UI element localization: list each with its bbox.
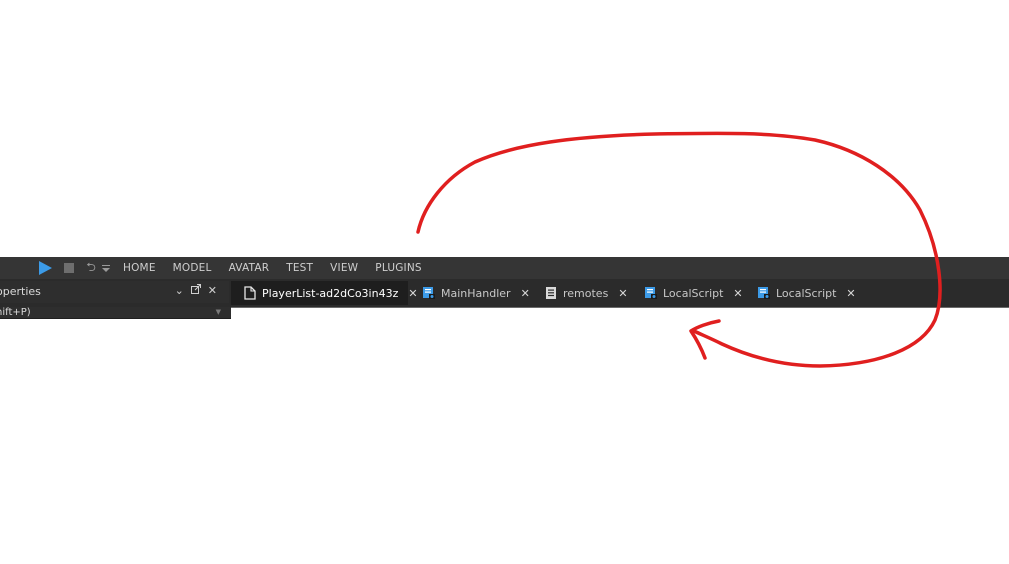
close-icon[interactable]: ✕ [208, 284, 217, 297]
script-icon [422, 286, 436, 300]
menu-avatar[interactable]: AVATAR [229, 262, 270, 274]
menu-view[interactable]: VIEW [330, 262, 358, 274]
close-icon[interactable]: ✕ [733, 287, 742, 300]
undo-icon[interactable]: ⮌ [85, 257, 97, 279]
module-script-icon [544, 286, 558, 300]
undock-icon[interactable] [190, 284, 201, 297]
properties-filter-text: nift+P) [0, 307, 31, 318]
menu-test[interactable]: TEST [286, 262, 313, 274]
chevron-down-icon[interactable] [101, 257, 111, 279]
close-icon[interactable]: ✕ [846, 287, 855, 300]
studio-toolbar-strip: ⮌ HOME MODEL AVATAR TEST VIEW PLUGINS op… [0, 257, 1009, 319]
menu-home[interactable]: HOME [123, 262, 156, 274]
close-icon[interactable]: ✕ [618, 287, 627, 300]
properties-panel-header: operties ⌄ ✕ [0, 281, 229, 303]
ribbon-menu-bar: ⮌ HOME MODEL AVATAR TEST VIEW PLUGINS [0, 257, 1009, 279]
screenshot-canvas: ⮌ HOME MODEL AVATAR TEST VIEW PLUGINS op… [0, 0, 1009, 564]
tab-localscript-2[interactable]: LocalScript ✕ [745, 281, 857, 305]
tab-playerlist[interactable]: PlayerList-ad2dCo3in43z ✕ [231, 281, 418, 305]
close-icon[interactable]: ✕ [521, 287, 530, 300]
tab-label: LocalScript [776, 286, 837, 300]
stop-icon[interactable] [63, 257, 75, 279]
tab-mainhandler[interactable]: MainHandler ✕ [410, 281, 530, 305]
chevron-down-icon[interactable]: ▼ [216, 309, 221, 316]
tab-remotes[interactable]: remotes ✕ [532, 281, 630, 305]
tab-localscript-1[interactable]: LocalScript ✕ [632, 281, 743, 305]
chevron-down-icon[interactable]: ⌄ [175, 284, 184, 297]
tab-label: MainHandler [441, 286, 511, 300]
tab-label: remotes [563, 286, 609, 300]
properties-panel-controls: ⌄ ✕ [175, 284, 217, 297]
script-icon [644, 286, 658, 300]
editor-top-border [231, 307, 1009, 308]
document-icon [243, 286, 257, 300]
properties-panel-title: operties [0, 285, 41, 298]
tab-label: LocalScript [663, 286, 724, 300]
properties-filter-field[interactable]: nift+P) ▼ [0, 307, 231, 319]
play-icon[interactable] [37, 257, 53, 279]
script-icon [757, 286, 771, 300]
properties-filter-bar[interactable]: nift+P) ▼ [0, 307, 231, 319]
menu-model[interactable]: MODEL [173, 262, 212, 274]
document-tab-row: operties ⌄ ✕ PlayerList-ad2dCo3in43z ✕ M… [0, 279, 1009, 307]
tab-label: PlayerList-ad2dCo3in43z [262, 286, 399, 300]
menu-plugins[interactable]: PLUGINS [375, 262, 422, 274]
